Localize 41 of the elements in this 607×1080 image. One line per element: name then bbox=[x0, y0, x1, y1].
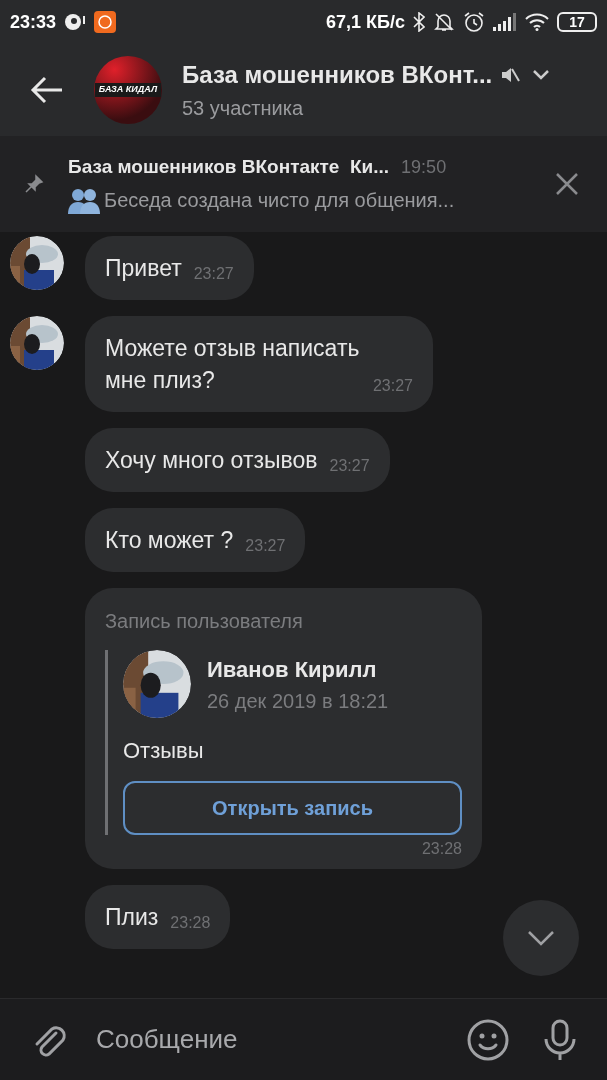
chat-title: База мошенников ВКонт... bbox=[182, 60, 493, 90]
smiley-icon[interactable] bbox=[467, 1018, 509, 1061]
battery-indicator: 17 bbox=[557, 12, 597, 32]
message-time: 23:28 bbox=[170, 915, 211, 931]
pinned-text: Беседа создана чисто для общения... bbox=[104, 188, 455, 214]
bluetooth-icon bbox=[413, 12, 425, 32]
message-text: Привет bbox=[105, 254, 182, 283]
message-bar[interactable]: Сообщение bbox=[0, 998, 607, 1080]
wifi-icon bbox=[525, 13, 549, 31]
network-speed: 67,1 КБ/с bbox=[326, 10, 405, 34]
member-count: 53 участника bbox=[182, 96, 305, 121]
pinned-title: База мошенников ВКонтакте Ки... bbox=[68, 154, 390, 179]
message-text: Можете отзыв написать мне плиз? bbox=[105, 334, 361, 395]
open-post-button[interactable]: Открыть запись bbox=[123, 781, 462, 835]
message-time: 23:28 bbox=[421, 841, 462, 857]
app-icon bbox=[94, 11, 117, 33]
message-text: Плиз bbox=[105, 903, 159, 932]
message-time: 23:27 bbox=[245, 538, 286, 554]
message-input[interactable]: Сообщение bbox=[96, 1020, 467, 1059]
alarm-icon bbox=[463, 11, 485, 33]
message-time: 23:27 bbox=[193, 266, 234, 282]
post-text: Отзывы bbox=[123, 737, 205, 765]
avatar-logo-text: БАЗА КИДАЛ bbox=[94, 83, 162, 97]
post-author: Иванов Кирилл bbox=[207, 655, 378, 684]
signal-icon bbox=[493, 13, 517, 31]
people-icon bbox=[68, 186, 100, 215]
message-text: Хочу много отзывов bbox=[105, 446, 318, 475]
pin-icon bbox=[24, 174, 44, 194]
status-time: 23:33 bbox=[10, 10, 57, 34]
back-arrow-icon[interactable] bbox=[30, 76, 64, 104]
pinned-time: 19:50 bbox=[401, 155, 447, 179]
message-text: Кто может ? bbox=[105, 526, 234, 555]
post-label: Запись пользователя bbox=[105, 609, 304, 634]
chevron-down-icon[interactable] bbox=[532, 69, 551, 81]
message-time: 23:27 bbox=[372, 378, 413, 394]
chevron-down-icon bbox=[527, 930, 555, 946]
microphone-icon[interactable] bbox=[543, 1018, 577, 1061]
post-date: 26 дек 2019 в 18:21 bbox=[207, 688, 389, 714]
bell-off-icon bbox=[433, 11, 455, 33]
close-icon[interactable] bbox=[555, 172, 579, 196]
message-time: 23:27 bbox=[329, 458, 370, 474]
